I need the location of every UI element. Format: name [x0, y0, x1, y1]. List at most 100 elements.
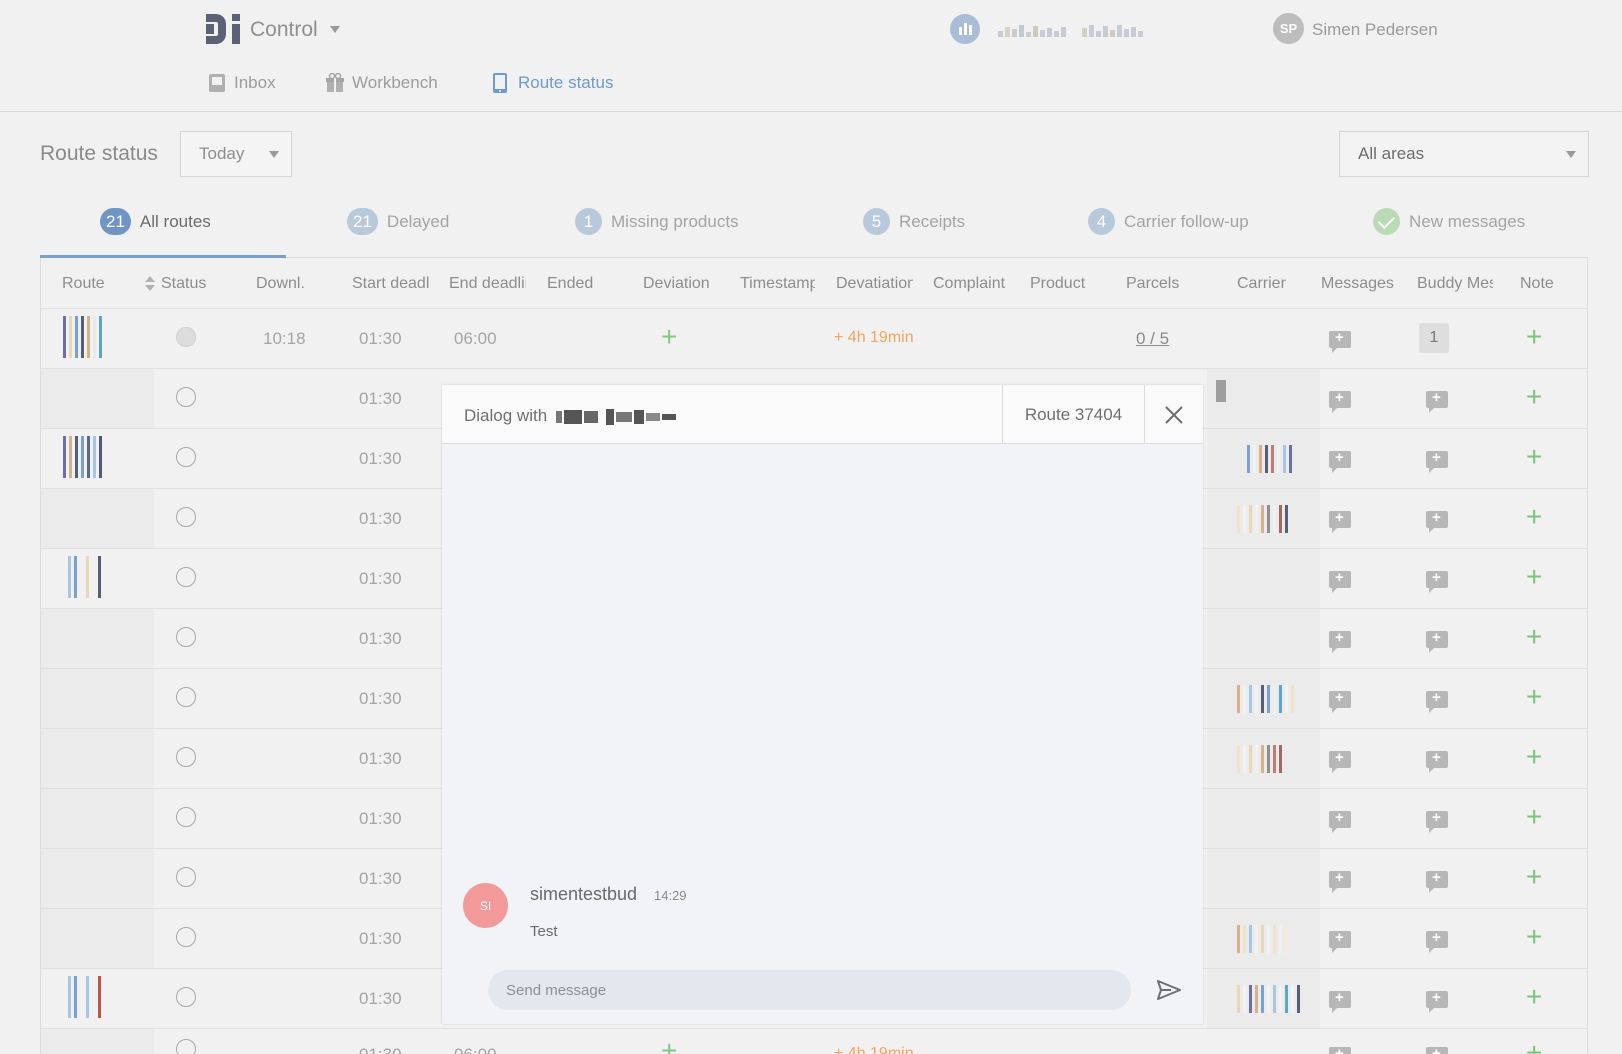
status-indicator[interactable] [176, 1039, 196, 1054]
add-note-icon[interactable]: + [1526, 743, 1542, 771]
buddy-message-icon[interactable] [1426, 869, 1448, 893]
buddy-message-icon[interactable] [1426, 389, 1448, 413]
carrier-barcode [1237, 505, 1288, 533]
app-title[interactable]: Control [250, 18, 318, 42]
column-header-deviation[interactable]: Deviation [643, 275, 710, 293]
nav-inbox[interactable]: Inbox [208, 73, 276, 93]
close-button[interactable] [1145, 385, 1203, 444]
column-header-note[interactable]: Note [1520, 275, 1554, 293]
add-note-icon[interactable]: + [1526, 683, 1542, 711]
status-indicator[interactable] [176, 447, 196, 467]
message-icon[interactable] [1329, 569, 1351, 593]
check-icon [1373, 208, 1400, 235]
area-select[interactable]: All areas [1339, 131, 1589, 177]
parcels-count[interactable]: 0 / 5 [1136, 329, 1169, 349]
message-icon[interactable] [1329, 749, 1351, 773]
nav-workbench[interactable]: Workbench [326, 72, 438, 93]
add-note-icon[interactable]: + [1526, 323, 1542, 351]
buddy-message-icon[interactable] [1426, 509, 1448, 533]
table-row[interactable]: 01:30 06:00 + + 4h 19min + [41, 1028, 1587, 1054]
message-icon[interactable] [1329, 389, 1351, 413]
column-header-route[interactable]: Route [62, 275, 105, 293]
column-header-end-deadline[interactable]: End deadline [449, 275, 526, 293]
buddy-message-icon[interactable] [1426, 749, 1448, 773]
user-avatar[interactable]: SP [1273, 13, 1304, 44]
start-deadline: 01:30 [359, 449, 402, 468]
dialog-route-label: Route 37404 [1002, 385, 1145, 444]
tab-carrier-follow-up[interactable]: 4 Carrier follow-up [1088, 208, 1249, 235]
buddy-message-icon[interactable] [1426, 809, 1448, 833]
table-row[interactable]: 10:18 01:30 06:00 + + 4h 19min 0 / 5 1 + [41, 308, 1587, 368]
status-indicator[interactable] [176, 327, 196, 347]
add-note-icon[interactable]: + [1526, 923, 1542, 951]
buddy-message-icon[interactable] [1426, 629, 1448, 653]
sort-icon[interactable] [145, 276, 155, 292]
status-indicator[interactable] [176, 747, 196, 767]
add-note-icon[interactable]: + [1526, 443, 1542, 471]
tab-new-messages[interactable]: New messages [1373, 208, 1525, 235]
chevron-down-icon[interactable] [330, 26, 340, 33]
buddy-message-icon[interactable] [1426, 689, 1448, 713]
route-cell [41, 1029, 154, 1054]
message-icon[interactable] [1329, 329, 1351, 353]
status-indicator[interactable] [176, 507, 196, 527]
buddy-message-icon[interactable] [1426, 989, 1448, 1013]
message-icon[interactable] [1329, 1045, 1351, 1054]
add-note-icon[interactable]: + [1526, 503, 1542, 531]
date-select[interactable]: Today [180, 131, 292, 177]
tab-missing-products[interactable]: 1 Missing products [575, 208, 739, 235]
column-header-start-deadline[interactable]: Start deadline [352, 275, 429, 293]
tab-count-badge: 4 [1088, 208, 1115, 235]
buddy-message-icon[interactable] [1426, 449, 1448, 473]
scrollbar-handle[interactable] [1216, 380, 1226, 402]
add-note-icon[interactable]: + [1526, 983, 1542, 1011]
column-header-ended[interactable]: Ended [547, 275, 593, 293]
di-logo[interactable] [206, 14, 244, 44]
add-note-icon[interactable]: + [1526, 863, 1542, 891]
message-icon[interactable] [1329, 449, 1351, 473]
column-header-parcels[interactable]: Parcels [1126, 275, 1179, 293]
message-icon[interactable] [1329, 869, 1351, 893]
status-indicator[interactable] [176, 927, 196, 947]
column-header-messages[interactable]: Messages [1321, 275, 1399, 293]
column-header-buddy-messages[interactable]: Buddy Messages [1417, 275, 1493, 293]
status-indicator[interactable] [176, 807, 196, 827]
buddy-message-count[interactable]: 1 [1419, 323, 1449, 353]
nav-route-status[interactable]: Route status [492, 73, 613, 93]
tab-all-routes[interactable]: 21 All routes [100, 208, 211, 235]
add-note-icon[interactable]: + [1526, 1039, 1542, 1054]
column-header-product[interactable]: Product [1030, 275, 1085, 293]
message-icon[interactable] [1329, 509, 1351, 533]
add-deviation-icon[interactable]: + [661, 1037, 677, 1054]
buddy-message-icon[interactable] [1426, 929, 1448, 953]
tab-receipts[interactable]: 5 Receipts [863, 208, 965, 235]
send-message-input[interactable] [488, 970, 1131, 1010]
buddy-message-icon[interactable] [1426, 569, 1448, 593]
add-note-icon[interactable]: + [1526, 803, 1542, 831]
column-header-downloaded[interactable]: Downl. [256, 275, 316, 293]
user-name[interactable]: Simen Pedersen [1312, 20, 1438, 40]
status-indicator[interactable] [176, 987, 196, 1007]
column-header-complaint[interactable]: Complaint [933, 275, 1010, 293]
message-icon[interactable] [1329, 689, 1351, 713]
column-header-carrier[interactable]: Carrier [1237, 275, 1286, 293]
message-icon[interactable] [1329, 809, 1351, 833]
add-note-icon[interactable]: + [1526, 383, 1542, 411]
column-header-timestamp[interactable]: Timestamp [740, 275, 815, 293]
message-icon[interactable] [1329, 629, 1351, 653]
column-header-deviation-time[interactable]: Devatiation [836, 275, 913, 293]
buddy-message-icon[interactable] [1426, 1045, 1448, 1054]
column-header-status[interactable]: Status [161, 275, 206, 293]
status-indicator[interactable] [176, 867, 196, 887]
add-note-icon[interactable]: + [1526, 623, 1542, 651]
message-icon[interactable] [1329, 929, 1351, 953]
status-indicator[interactable] [176, 687, 196, 707]
status-indicator[interactable] [176, 627, 196, 647]
tab-delayed[interactable]: 21 Delayed [347, 208, 449, 235]
status-indicator[interactable] [176, 387, 196, 407]
send-button[interactable] [1154, 975, 1184, 1005]
add-deviation-icon[interactable]: + [661, 323, 677, 351]
message-icon[interactable] [1329, 989, 1351, 1013]
add-note-icon[interactable]: + [1526, 563, 1542, 591]
status-indicator[interactable] [176, 567, 196, 587]
